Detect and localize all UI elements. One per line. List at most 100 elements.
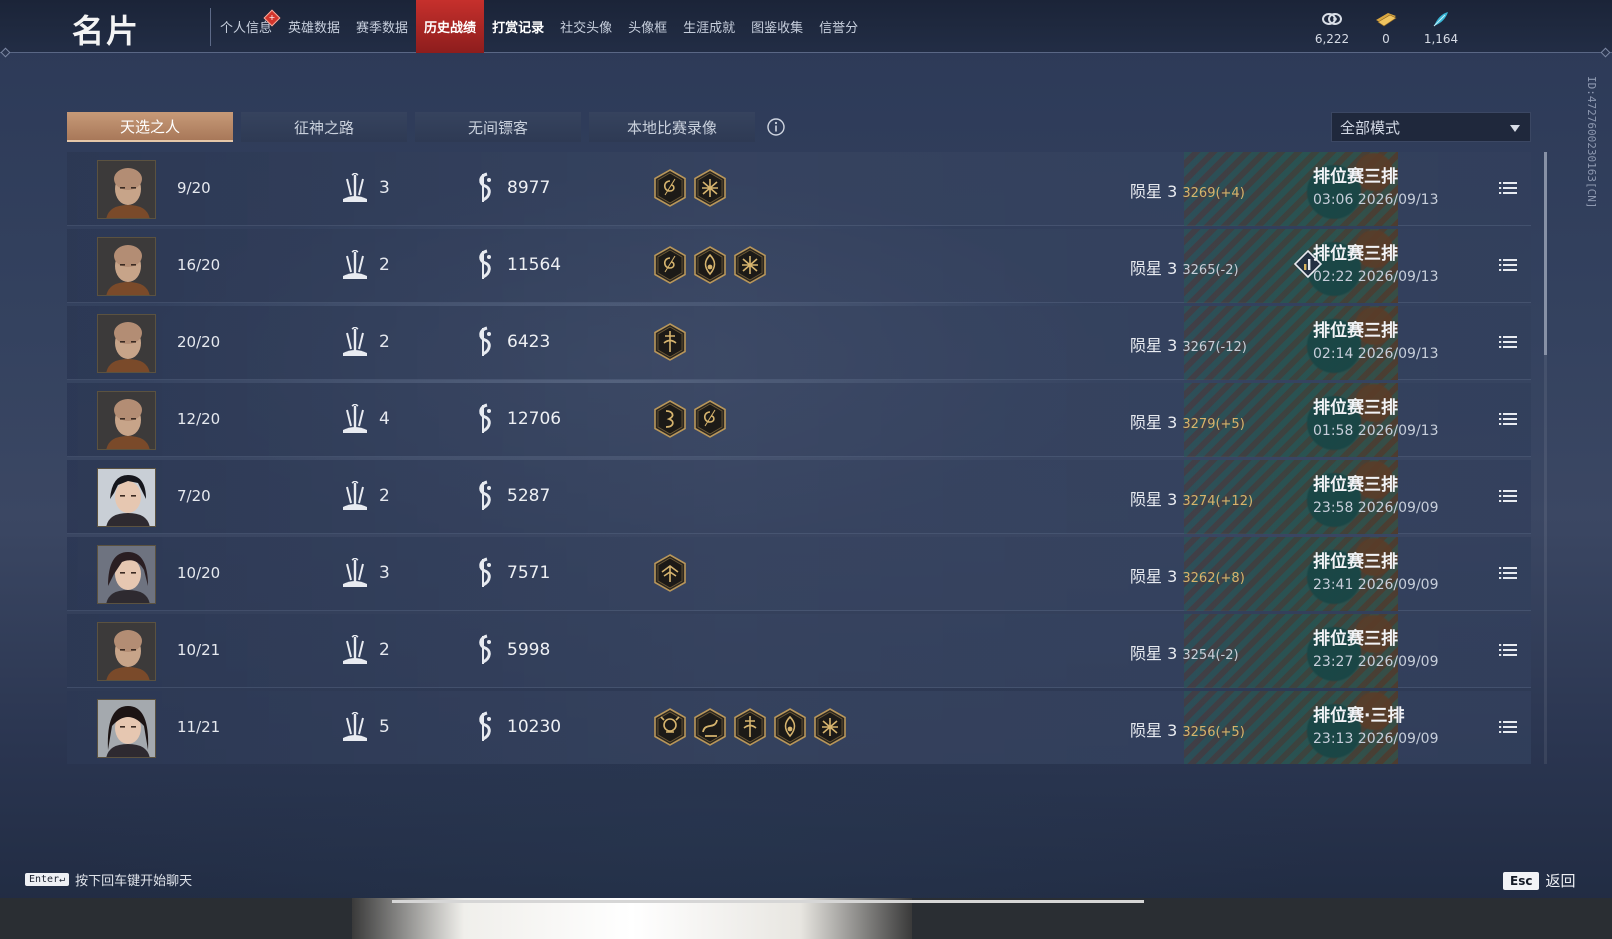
esc-key-icon: Esc [1503,871,1540,890]
badge-list [653,323,687,361]
info-icon[interactable] [766,117,786,137]
tab-chosen-one[interactable]: 天选之人 [67,112,233,142]
scrollbar-thumb[interactable] [1544,152,1547,355]
chat-hint-text: 按下回车键开始聊天 [75,874,193,889]
nav-tab-1[interactable]: 英雄数据 [280,0,348,53]
match-row[interactable]: 10/21 2 5998 陨星 3 3254(-2) 排位赛三排 23:27 2… [67,614,1531,688]
match-details-menu-icon[interactable] [1499,719,1517,735]
achievement-badge-star-icon [813,708,847,746]
match-time: 01:58 2026/09/13 [1313,423,1439,439]
hero-avatar [97,699,156,758]
currency-feathers: 1,164 [1411,8,1471,46]
damage-icon [473,326,497,362]
nav-tabs: 个人信息 + 英雄数据 赛季数据 历史战绩 打赏记录 社交头像 头像框 生涯成就 图鉴收集 信誉分 [212,0,866,53]
match-details-menu-icon[interactable] [1499,488,1517,504]
chat-hint: Enter↵ 按下回车键开始聊天 [25,870,192,889]
kills-icon [340,480,370,517]
hero-avatar [97,622,156,681]
nav-tab-6[interactable]: 头像框 [620,0,675,53]
nav-tab-3[interactable]: 历史战绩 [416,0,485,53]
match-time: 03:06 2026/09/13 [1313,192,1439,208]
rank-tier: 陨星 3 [1130,721,1178,740]
rank-score: 3256(+5) [1182,725,1245,740]
match-details-menu-icon[interactable] [1499,642,1517,658]
back-label: 返回 [1545,872,1576,890]
match-details-menu-icon[interactable] [1499,257,1517,273]
kills-icon [340,403,370,440]
match-details-menu-icon[interactable] [1499,411,1517,427]
hero-avatar [97,314,156,373]
kills-icon [340,249,370,286]
kda-text: 12/20 [177,410,221,428]
rank-score: 3279(+5) [1182,417,1245,432]
tab-path-of-gods[interactable]: 征神之路 [241,112,407,142]
kills-count: 2 [379,486,390,506]
match-details-menu-icon[interactable] [1499,334,1517,350]
match-row[interactable]: 12/20 4 12706 陨星 3 3279(+5) 排位赛三排 01:58 … [67,383,1531,457]
match-row[interactable]: 16/20 2 11564 陨星 3 3265(-2) 排位赛三排 02:22 … [67,229,1531,303]
nav-tab-label: 个人信息 [220,21,273,36]
chevron-down-icon [1510,125,1520,132]
nav-tab-4[interactable]: 打赏记录 [484,0,552,53]
hero-avatar [97,160,156,219]
nav-tab-label: 头像框 [628,21,668,36]
match-history-list[interactable]: 9/20 3 8977 陨星 3 3269(+4) 排位赛三排 03:06 20… [67,152,1531,764]
currency-value: 6,222 [1314,32,1350,46]
rank-info: 陨星 3 3265(-2) [1130,255,1239,279]
nav-tab-9[interactable]: 信誉分 [811,0,866,53]
damage-icon [473,557,497,593]
match-details-menu-icon[interactable] [1499,565,1517,581]
match-time: 23:58 2026/09/09 [1313,500,1439,516]
match-mode: 排位赛三排 [1313,475,1398,495]
match-details-menu-icon[interactable] [1499,180,1517,196]
nav-tab-label: 社交头像 [560,21,613,36]
kills-icon [340,326,370,363]
nav-tab-5[interactable]: 社交头像 [552,0,620,53]
badge-list [653,246,767,284]
nav-tab-label: 英雄数据 [288,21,341,36]
divider [210,8,211,46]
tab-bounty-hunter[interactable]: 无间镖客 [415,112,581,142]
rank-info: 陨星 3 3274(+12) [1130,486,1253,510]
mode-filter-select[interactable]: 全部模式 [1331,112,1531,142]
match-row[interactable]: 11/21 5 10230 陨星 3 3256(+5) 排位赛·三排 23:13… [67,691,1531,764]
kills-count: 2 [379,640,390,660]
kda-text: 9/20 [177,179,211,197]
nav-tab-label: 打赏记录 [492,21,545,36]
ticket-icon [1356,8,1416,30]
damage-value: 5287 [507,486,551,506]
kills-count: 3 [379,178,390,198]
match-row[interactable]: 9/20 3 8977 陨星 3 3269(+4) 排位赛三排 03:06 20… [67,152,1531,226]
match-row[interactable]: 20/20 2 6423 陨星 3 3267(-12) 排位赛三排 02:14 … [67,306,1531,380]
match-mode: 排位赛三排 [1313,244,1398,264]
match-row[interactable]: 7/20 2 5287 陨星 3 3274(+12) 排位赛三排 23:58 2… [67,460,1531,534]
nav-tab-0[interactable]: 个人信息 + [212,0,281,53]
achievement-badge-swirl-icon [653,246,687,284]
back-button[interactable]: Esc 返回 [1503,870,1575,891]
kda-text: 11/21 [177,718,221,736]
feather-icon [1411,8,1471,30]
achievement-badge-flame-icon [773,708,807,746]
bottom-scene-strip [0,898,1612,939]
currency-value: 1,164 [1423,32,1459,46]
hero-avatar [97,391,156,450]
badge-list [653,554,687,592]
tab-local-replays[interactable]: 本地比赛录像 [589,112,755,142]
rank-score: 3262(+8) [1182,571,1245,586]
kills-icon [340,172,370,209]
achievement-badge-skull-icon [653,708,687,746]
nav-tab-8[interactable]: 图鉴收集 [743,0,811,53]
match-row[interactable]: 10/20 3 7571 陨星 3 3262(+8) 排位赛三排 23:41 2… [67,537,1531,611]
rank-tier: 陨星 3 [1130,644,1178,663]
kda-text: 10/21 [177,641,221,659]
achievement-badge-swirl-icon [693,400,727,438]
rank-info: 陨星 3 3279(+5) [1130,409,1245,433]
achievement-badge-bird-icon [653,554,687,592]
nav-tab-7[interactable]: 生涯成就 [675,0,743,53]
nav-tab-label: 信誉分 [819,21,859,36]
match-time: 02:14 2026/09/13 [1313,346,1439,362]
match-mode: 排位赛三排 [1313,398,1398,418]
match-mode: 排位赛三排 [1313,629,1398,649]
nav-tab-2[interactable]: 赛季数据 [348,0,416,53]
match-time: 02:22 2026/09/13 [1313,269,1439,285]
